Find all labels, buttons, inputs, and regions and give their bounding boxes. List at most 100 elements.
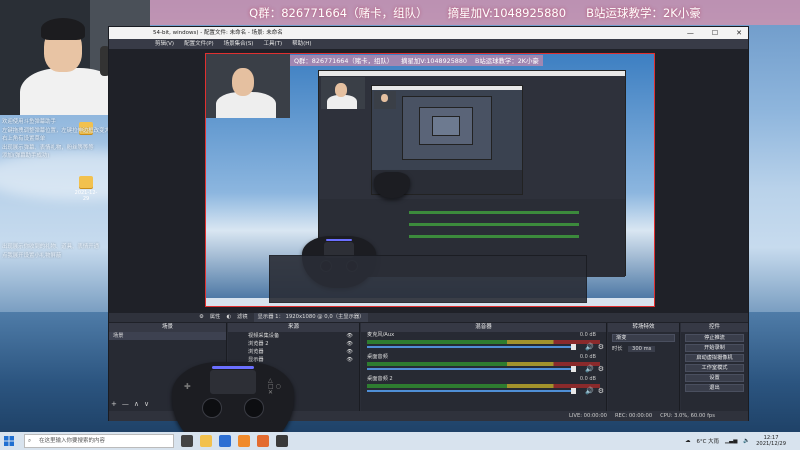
windows-start-icon[interactable]	[0, 432, 18, 450]
preview-toolbar: ⚙ 属性 ◐ 滤镜 显示器 1： 1920x1080 @ 0,0（主显示器）	[109, 313, 748, 322]
channel-name: 麦克风/Aux	[367, 332, 395, 338]
mixer-channel: 桌面音频 2 0.0 dB 🔊 ⚙	[361, 376, 606, 398]
volume-slider[interactable]	[367, 366, 576, 372]
obs-menubar: 剪辑(V) 配置文件(P) 场景集合(S) 工具(T) 帮助(H)	[109, 39, 748, 49]
audio-mixer-dock: 混音器 麦克风/Aux 0.0 dB 🔊 ⚙ 桌面音频 0.0 dB 🔊 ⚙ 桌…	[361, 323, 607, 411]
app-icon[interactable]	[238, 435, 250, 447]
obs-titlebar[interactable]: 54-bit, windows) - 配置文件: 未命名 - 场景: 未命名 —…	[109, 27, 748, 39]
channel-name: 桌面音频	[367, 354, 388, 360]
volume-slider[interactable]	[367, 344, 576, 350]
start-recording-button[interactable]: 开始录制	[685, 344, 744, 352]
file-explorer-icon[interactable]	[200, 435, 212, 447]
menu-item-profile[interactable]: 配置文件(P)	[184, 39, 214, 49]
studio-mode-button[interactable]: 工作室模式	[685, 364, 744, 372]
channel-db: 0.0 dB	[579, 354, 596, 360]
transition-duration: 时长 300 ms	[608, 345, 679, 352]
banner-qq-group: Q群：826771664（赌卡，组队）	[249, 5, 428, 20]
duration-input[interactable]: 300 ms	[628, 346, 656, 352]
taskbar-search-input[interactable]: ⌕ 在这里输入你要搜索的内容	[24, 434, 174, 448]
speaker-icon[interactable]: 🔊	[585, 387, 594, 395]
source-item[interactable]: 浏览器 2 👁	[228, 340, 359, 348]
eye-icon: 👁	[346, 333, 353, 339]
nested-docks	[269, 255, 587, 303]
helper-line: 右上角有设置菜单	[2, 136, 46, 143]
gear-icon[interactable]: ⚙	[598, 387, 604, 395]
filter-icon[interactable]: ◐	[226, 313, 231, 322]
helper-line: 添加(弹幕助手成功)	[2, 153, 50, 160]
live-status: LIVE: 00:00:00	[569, 413, 607, 419]
channel-name: 桌面音频 2	[367, 376, 393, 382]
task-view-icon[interactable]	[181, 435, 193, 447]
gear-icon[interactable]: ⚙	[598, 343, 604, 351]
audio-meter	[367, 340, 600, 344]
desktop-file-label: 2021-12-29	[74, 190, 98, 202]
helper-line[interactable]: 点我展开设置小礼物屏蔽	[2, 252, 112, 261]
app-icon[interactable]	[257, 435, 269, 447]
volume-slider[interactable]	[367, 388, 576, 394]
close-icon[interactable]: ✕	[736, 27, 742, 39]
top-banner: Q群：826771664（赌卡，组队） 摘星加V:1048925880 B站运球…	[150, 0, 800, 25]
volume-icon[interactable]: 🔈	[743, 438, 750, 444]
transition-select[interactable]: 渐变	[612, 334, 675, 342]
display-select[interactable]: 显示器 1： 1920x1080 @ 0,0（主显示器）	[253, 313, 369, 322]
add-icon[interactable]: +	[111, 400, 117, 408]
helper-line: 出现展示弹幕、表情礼物，粉丝等等等	[2, 144, 94, 151]
scene-item[interactable]: 场景	[109, 332, 226, 340]
browser-icon[interactable]	[219, 435, 231, 447]
network-icon[interactable]: ▁▃▅	[725, 438, 737, 444]
up-icon[interactable]: ∧	[134, 400, 139, 408]
menu-item-edit[interactable]: 剪辑(V)	[155, 39, 174, 49]
speaker-icon[interactable]: 🔊	[585, 343, 594, 351]
channel-db: 0.0 dB	[579, 332, 596, 338]
menu-item-help[interactable]: 帮助(H)	[292, 39, 311, 49]
stop-streaming-button[interactable]: 停止推流	[685, 334, 744, 342]
nested-banner-text: Q群：826771664（赌卡，组队）	[294, 57, 394, 65]
search-icon: ⌕	[28, 438, 32, 444]
settings-button[interactable]: 设置	[685, 374, 744, 382]
banner-bilibili: B站运球教学：2K小豪	[586, 5, 701, 20]
search-placeholder: 在这里输入你要搜索的内容	[39, 438, 106, 444]
controls-dock: 控件 停止推流 开始录制 启动虚拟摄像机 工作室模式 设置 退出	[681, 323, 748, 411]
menu-item-tools[interactable]: 工具(T)	[263, 39, 282, 49]
properties-button[interactable]: 属性	[210, 313, 221, 322]
nested-banner-text: 摘星加V:1048925880	[401, 57, 467, 65]
rec-status: REC: 00:00:00	[614, 413, 653, 419]
weather-icon[interactable]: ☁	[685, 438, 690, 444]
danmaku-helper-text: 欢迎使用斗鱼弹幕助手 左键拖拽调整弹幕位置，左键拉伸边框改变大小 右上角有设置菜…	[2, 118, 112, 161]
source-item[interactable]: 浏览器 👁	[228, 348, 359, 356]
face-buttons-icon: △ □ ○ ✕	[268, 377, 281, 396]
mixer-channel: 麦克风/Aux 0.0 dB 🔊 ⚙	[361, 332, 606, 354]
obs-preview-area: Q群：826771664（赌卡，组队） 摘星加V:1048925880 B站运球…	[109, 49, 748, 335]
scenes-header: 场景	[109, 323, 226, 332]
channel-db: 0.0 dB	[579, 376, 596, 382]
down-icon[interactable]: ∨	[144, 400, 149, 408]
audio-meter	[367, 384, 600, 388]
audio-meter	[367, 362, 600, 366]
weather-text[interactable]: 6°C 大雨	[697, 437, 719, 445]
clock[interactable]: 12:17 2021/12/29	[756, 435, 786, 447]
virtual-camera-button[interactable]: 启动虚拟摄像机	[685, 354, 744, 362]
minimize-icon[interactable]: —	[687, 27, 694, 39]
menu-item-scene-collection[interactable]: 场景集合(S)	[224, 39, 254, 49]
mixer-header: 混音器	[361, 323, 606, 332]
desktop-file-icon[interactable]: 2021-12-29	[72, 176, 100, 202]
obs-icon[interactable]	[276, 435, 288, 447]
helper-line: 出现展示你收到的礼物、道具、表情开通	[2, 244, 100, 250]
speaker-icon[interactable]: 🔊	[585, 365, 594, 373]
gear-icon[interactable]: ⚙	[199, 313, 204, 322]
banner-star-wechat: 摘星加V:1048925880	[447, 5, 567, 20]
eye-icon: 👁	[346, 341, 353, 347]
filters-button[interactable]: 滤镜	[237, 313, 248, 322]
system-tray: ☁ 6°C 大雨 ▁▃▅ 🔈 12:17 2021/12/29	[685, 432, 786, 450]
source-item[interactable]: 视频采集设备 👁	[228, 332, 359, 340]
windows-taskbar: ⌕ 在这里输入你要搜索的内容 ☁ 6°C 大雨 ▁▃▅ 🔈 12:17 2021…	[0, 432, 800, 450]
remove-icon[interactable]: —	[122, 400, 129, 408]
gear-icon[interactable]: ⚙	[598, 365, 604, 373]
cpu-status: CPU: 3.0%, 60.00 fps	[660, 413, 715, 419]
transitions-header: 转场特效	[608, 323, 679, 332]
transitions-dock: 转场特效 渐变 时长 300 ms	[608, 323, 680, 411]
maximize-icon[interactable]: ☐	[712, 27, 718, 39]
exit-button[interactable]: 退出	[685, 384, 744, 392]
helper-line: 左键拖拽调整弹幕位置，左键拉伸边框改变大小	[2, 127, 112, 134]
controls-header: 控件	[681, 323, 748, 332]
